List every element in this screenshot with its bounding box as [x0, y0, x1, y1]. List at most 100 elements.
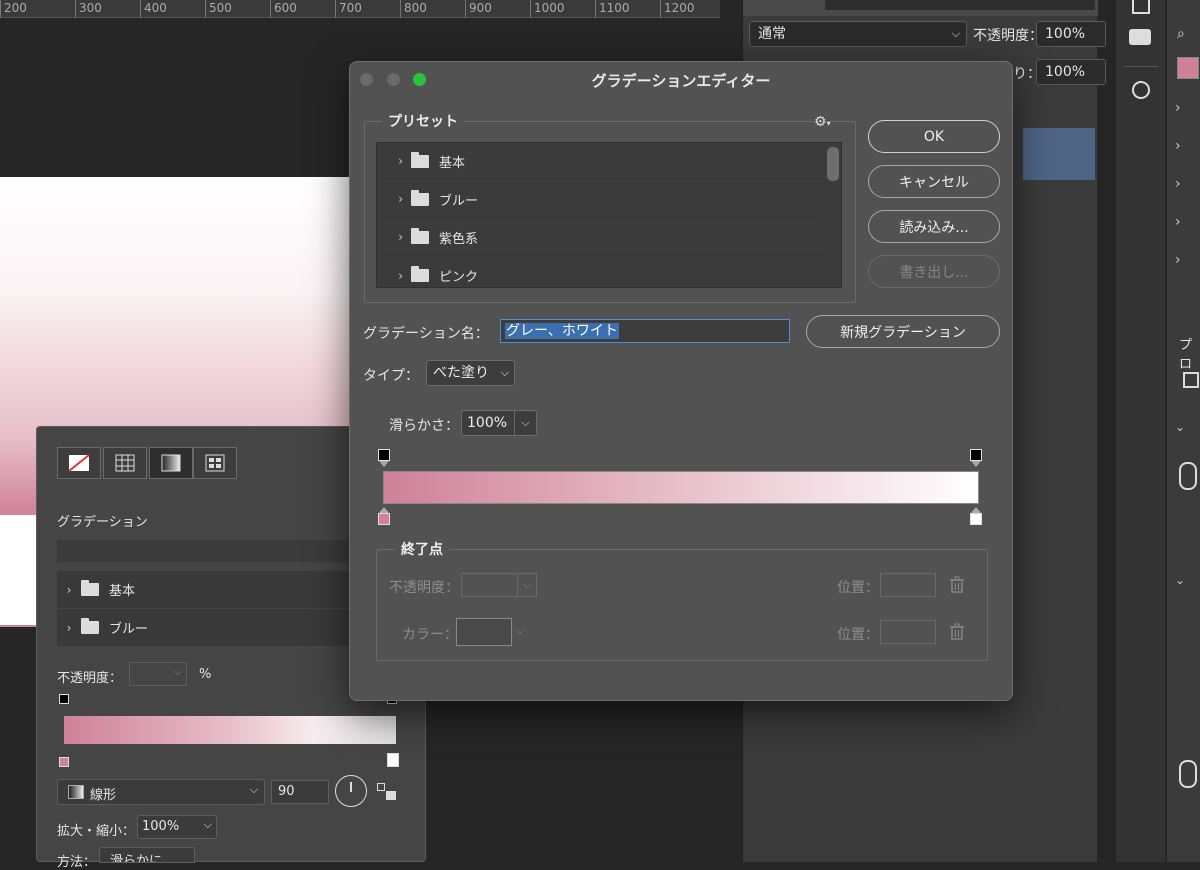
chevron-right-icon[interactable]: ›	[1175, 100, 1181, 116]
chevron-down-icon: ⌵	[173, 665, 182, 678]
linear-gradient-icon	[68, 785, 84, 799]
trash-icon[interactable]	[949, 576, 965, 594]
selected-layer-row[interactable]	[1023, 128, 1095, 180]
ruler-tick: 300	[75, 0, 102, 18]
chevron-right-icon: ›	[398, 268, 403, 283]
preset-folder-label: ブルー	[439, 193, 479, 209]
preset-folder-label: ピンク	[439, 270, 479, 285]
fill-field[interactable]: 100%	[1036, 59, 1106, 85]
link-icon[interactable]	[1179, 462, 1197, 490]
transform-icon[interactable]	[1183, 372, 1199, 388]
fill-value: 100%	[1045, 64, 1086, 80]
preset-folder-purple[interactable]: › 紫色系	[377, 219, 823, 256]
no-fill-button[interactable]	[57, 447, 101, 479]
angle-dial[interactable]	[335, 775, 367, 807]
chevron-down-icon: ⌵	[517, 574, 537, 596]
smoothness-select[interactable]: 100% ⌵	[461, 410, 537, 436]
chevron-down-icon[interactable]: ⌄	[1175, 420, 1185, 434]
stop-opacity-field[interactable]: ⌵	[129, 662, 187, 686]
stop-opacity-position-input[interactable]	[880, 573, 936, 597]
smoothness-label: 滑らかさ：	[389, 418, 459, 434]
export-button-label: 書き出し...	[899, 264, 969, 281]
scale-select[interactable]: 100% ⌵	[137, 815, 217, 839]
gradient-fill-button[interactable]	[149, 447, 193, 479]
stop-color-position-input[interactable]	[880, 620, 936, 644]
pattern-fill-button[interactable]	[193, 447, 237, 479]
gradient-section-title: グラデーション	[57, 515, 148, 530]
ruler-tick: 800	[400, 0, 427, 18]
gradient-name-input[interactable]: グレー、ホワイト	[500, 319, 790, 343]
chevron-down-icon: ⌵	[951, 27, 960, 40]
ruler-tick: 1000	[530, 0, 565, 18]
opacity-stop-left[interactable]	[378, 449, 390, 461]
chevron-right-icon[interactable]: ›	[1175, 252, 1181, 268]
opacity-stop-left[interactable]	[59, 694, 69, 704]
folder-blue[interactable]: › ブルー	[57, 609, 357, 646]
reverse-square-a	[377, 783, 385, 791]
color-stop-right[interactable]	[970, 513, 982, 525]
cancel-button[interactable]: キャンセル	[868, 165, 1000, 198]
preset-folder-label: 基本	[439, 155, 466, 171]
gradient-preview-bar[interactable]	[64, 716, 396, 744]
angle-input[interactable]: 90	[271, 780, 329, 804]
gradient-bar[interactable]	[383, 471, 979, 504]
ruler-tick: 200	[0, 0, 27, 18]
method-select[interactable]: 滑らかに	[99, 847, 195, 863]
chevron-right-icon[interactable]: ›	[1175, 138, 1181, 154]
chevron-right-icon[interactable]: ›	[1175, 176, 1181, 192]
strip-divider	[1124, 66, 1158, 67]
gradient-search-bar[interactable]	[57, 540, 357, 562]
preset-list[interactable]: › 基本 › ブルー › 紫色系 › ピンク	[376, 142, 842, 288]
folder-basic[interactable]: › 基本	[57, 571, 357, 608]
stop-color-swatch[interactable]	[456, 618, 512, 646]
preset-scrollbar-thumb[interactable]	[827, 147, 839, 181]
ok-button[interactable]: OK	[868, 120, 1000, 153]
preset-folder-pink[interactable]: › ピンク	[377, 257, 823, 294]
chevron-down-icon: ⌵	[500, 366, 509, 379]
no-fill-icon	[68, 454, 90, 472]
search-icon[interactable]: ⌕	[1177, 26, 1185, 42]
color-stop-left[interactable]	[59, 757, 69, 767]
ruler-tick: 600	[270, 0, 297, 18]
chevron-right-icon: ›	[398, 230, 403, 244]
gradient-type-select[interactable]: べた塗り ⌵	[426, 360, 515, 386]
chevron-right-icon: ›	[398, 192, 403, 206]
comment-icon[interactable]	[1129, 29, 1151, 45]
stop-opacity-select[interactable]: ⌵	[461, 573, 537, 597]
chevron-right-icon[interactable]: ›	[1175, 214, 1181, 230]
new-gradient-button[interactable]: 新規グラデーション	[806, 315, 1000, 348]
blend-mode-select[interactable]: 通常 ⌵	[749, 21, 967, 47]
gradient-type-value: べた塗り	[433, 365, 489, 381]
folder-icon	[411, 227, 429, 244]
stop-opacity-position-label: 位置：	[837, 580, 879, 596]
history-icon[interactable]	[1132, 0, 1150, 14]
stop-color-position-label: 位置：	[837, 627, 879, 643]
smoothness-value: 100%	[467, 415, 508, 431]
color-swatch[interactable]	[1177, 57, 1199, 79]
folder-icon	[411, 189, 429, 206]
blend-mode-value: 通常	[758, 26, 786, 42]
opacity-stop-right-pointer	[971, 461, 981, 467]
shapes-icon[interactable]	[1132, 81, 1150, 99]
folder-icon	[411, 266, 429, 282]
load-button[interactable]: 読み込み...	[868, 210, 1000, 243]
chevron-down-icon: ⌵	[514, 411, 536, 435]
color-stop-right[interactable]	[387, 753, 399, 767]
reverse-gradient-icon[interactable]	[377, 783, 397, 801]
trash-icon[interactable]	[949, 623, 965, 641]
dialog-titlebar[interactable]: グラデーションエディター	[350, 62, 1012, 96]
chevron-down-icon[interactable]: ⌄	[1175, 573, 1185, 587]
color-stop-left[interactable]	[378, 513, 390, 525]
preset-folder-blue[interactable]: › ブルー	[377, 181, 823, 218]
chevron-down-icon: ⌵	[516, 624, 525, 637]
opacity-unit: %	[199, 667, 212, 682]
settings-gear-icon[interactable]: ⚙▾	[814, 114, 838, 132]
opacity-stop-right[interactable]	[970, 449, 982, 461]
opacity-field[interactable]: 100%	[1036, 21, 1106, 47]
solid-color-button[interactable]	[103, 447, 147, 479]
export-button[interactable]: 書き出し...	[868, 255, 1000, 288]
link-icon[interactable]	[1179, 760, 1197, 788]
gradient-type-select[interactable]: 線形 ⌵	[57, 779, 265, 805]
preset-folder-basic[interactable]: › 基本	[377, 143, 823, 180]
folder-icon	[81, 580, 99, 596]
